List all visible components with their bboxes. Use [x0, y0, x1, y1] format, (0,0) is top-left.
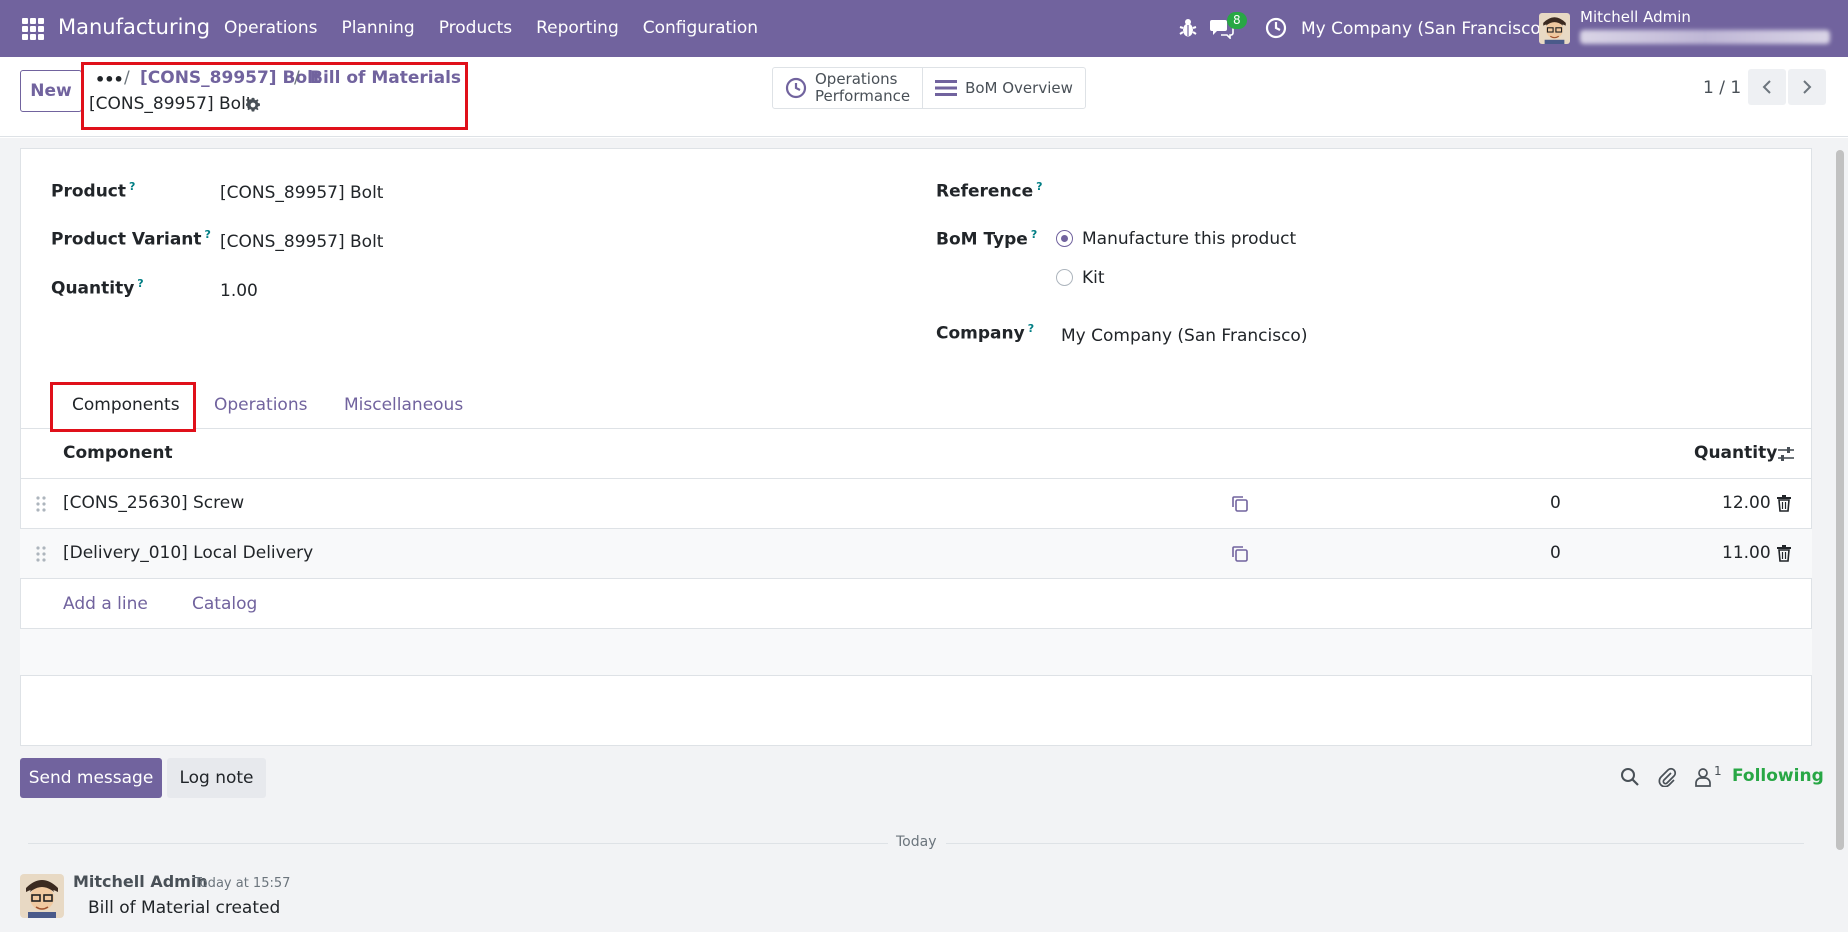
product-field[interactable]: [CONS_89957] Bolt	[220, 183, 383, 203]
row-available: 0	[1550, 543, 1561, 563]
search-icon[interactable]	[1620, 767, 1640, 787]
company-field[interactable]: My Company (San Francisco)	[1061, 326, 1307, 346]
product-variant-field[interactable]: [CONS_89957] Bolt	[220, 232, 383, 252]
menu-planning[interactable]: Planning	[341, 18, 414, 38]
divider	[28, 843, 888, 844]
quantity-field[interactable]: 1.00	[220, 281, 258, 301]
table-row[interactable]: [CONS_25630] Screw 0 12.00	[20, 479, 1812, 529]
new-button[interactable]: New	[20, 70, 82, 112]
pager-value[interactable]: 1 / 1	[1703, 78, 1741, 98]
bom-type-kit-radio[interactable]	[1056, 269, 1073, 286]
log-note-button[interactable]: Log note	[167, 758, 266, 798]
message-body: Bill of Material created	[88, 898, 281, 918]
scrollbar-thumb[interactable]	[1836, 150, 1844, 850]
pager-previous-button[interactable]	[1748, 69, 1786, 105]
company-switcher[interactable]: My Company (San Francisco)	[1301, 19, 1547, 39]
drag-handle-icon[interactable]	[36, 545, 46, 563]
user-database-redacted	[1580, 30, 1830, 44]
row-quantity[interactable]: 11.00	[1722, 543, 1771, 563]
product-label: Product?	[51, 180, 136, 202]
user-name[interactable]: Mitchell Admin	[1580, 8, 1691, 26]
tab-miscellaneous[interactable]: Miscellaneous	[344, 395, 463, 415]
message-author[interactable]: Mitchell Admin	[73, 872, 208, 891]
company-label: Company?	[936, 322, 1035, 344]
components-table-header: Component Quantity	[20, 429, 1812, 479]
chevron-right-icon	[1803, 80, 1812, 94]
copy-icon[interactable]	[1231, 545, 1249, 563]
message-author-avatar[interactable]	[20, 874, 64, 918]
bars-icon	[935, 80, 958, 96]
chevron-left-icon	[1762, 80, 1771, 94]
add-line-link[interactable]: Add a line	[63, 594, 148, 614]
send-message-button[interactable]: Send message	[20, 758, 162, 798]
chat-count-badge: 8	[1227, 12, 1247, 29]
followers-user-icon[interactable]	[1693, 767, 1713, 787]
bom-type-kit-label[interactable]: Kit	[1082, 268, 1105, 288]
bom-overview-button[interactable]: BoM Overview	[922, 68, 1085, 108]
help-icon[interactable]: ?	[129, 180, 135, 193]
column-component[interactable]: Component	[63, 443, 173, 463]
bom-overview-label: BoM Overview	[965, 78, 1073, 97]
row-component[interactable]: [Delivery_010] Local Delivery	[63, 543, 313, 563]
empty-table-row	[20, 628, 1812, 676]
copy-icon[interactable]	[1231, 495, 1249, 513]
breadcrumb-bom-link[interactable]: Bill of Materials	[310, 68, 461, 88]
breadcrumb-separator: /	[294, 68, 300, 88]
app-name[interactable]: Manufacturing	[58, 15, 210, 39]
bom-type-manufacture-radio[interactable]	[1056, 230, 1073, 247]
reference-label: Reference?	[936, 180, 1043, 202]
menu-configuration[interactable]: Configuration	[643, 18, 758, 38]
smart-buttons: Operations Performance BoM Overview	[772, 67, 1086, 109]
paperclip-icon[interactable]	[1657, 767, 1677, 787]
control-panel: New ••• / [CONS_89957] Bolt / Bill of Ma…	[0, 57, 1848, 137]
record-title: [CONS_89957] Bolt	[89, 94, 253, 114]
message-time: Today at 15:57	[194, 876, 291, 891]
row-quantity[interactable]: 12.00	[1722, 493, 1771, 513]
help-icon[interactable]: ?	[1031, 228, 1037, 241]
breadcrumb-more-button[interactable]: •••	[95, 70, 124, 89]
menu-products[interactable]: Products	[439, 18, 512, 38]
help-icon[interactable]: ?	[205, 228, 211, 241]
apps-grid-icon[interactable]	[22, 18, 44, 40]
user-avatar[interactable]	[1539, 13, 1570, 44]
breadcrumb-separator: /	[124, 68, 130, 88]
operations-performance-button[interactable]: Operations Performance	[773, 68, 922, 108]
main-menu: Operations Planning Products Reporting C…	[224, 18, 782, 38]
row-available: 0	[1550, 493, 1561, 513]
tab-operations[interactable]: Operations	[214, 395, 307, 415]
help-icon[interactable]: ?	[1028, 322, 1034, 335]
activity-clock-icon[interactable]	[1265, 17, 1287, 39]
trash-icon[interactable]	[1777, 545, 1791, 562]
trash-icon[interactable]	[1777, 495, 1791, 512]
drag-handle-icon[interactable]	[36, 495, 46, 513]
bug-icon[interactable]	[1178, 17, 1198, 39]
divider	[946, 843, 1804, 844]
row-component[interactable]: [CONS_25630] Screw	[63, 493, 244, 513]
clock-icon	[785, 77, 807, 99]
top-navbar: Manufacturing Operations Planning Produc…	[0, 0, 1848, 57]
menu-reporting[interactable]: Reporting	[536, 18, 619, 38]
operations-performance-line2: Performance	[815, 87, 911, 105]
tab-components[interactable]: Components	[72, 395, 180, 415]
follower-count: 1	[1714, 764, 1722, 778]
bom-type-manufacture-label[interactable]: Manufacture this product	[1082, 229, 1296, 249]
table-row[interactable]: [Delivery_010] Local Delivery 0 11.00	[20, 529, 1812, 579]
menu-operations[interactable]: Operations	[224, 18, 317, 38]
help-icon[interactable]: ?	[1036, 180, 1042, 193]
pager-next-button[interactable]	[1788, 69, 1826, 105]
operations-performance-line1: Operations	[815, 70, 898, 88]
quantity-label: Quantity?	[51, 277, 144, 299]
date-separator: Today	[896, 834, 937, 850]
catalog-link[interactable]: Catalog	[192, 594, 257, 614]
bom-type-label: BoM Type?	[936, 228, 1038, 250]
product-variant-label: Product Variant?	[51, 228, 211, 250]
column-quantity[interactable]: Quantity	[1694, 443, 1784, 463]
gear-icon[interactable]	[245, 97, 261, 113]
help-icon[interactable]: ?	[137, 277, 143, 290]
column-settings-icon[interactable]	[1777, 445, 1795, 463]
following-button[interactable]: Following	[1732, 766, 1824, 786]
